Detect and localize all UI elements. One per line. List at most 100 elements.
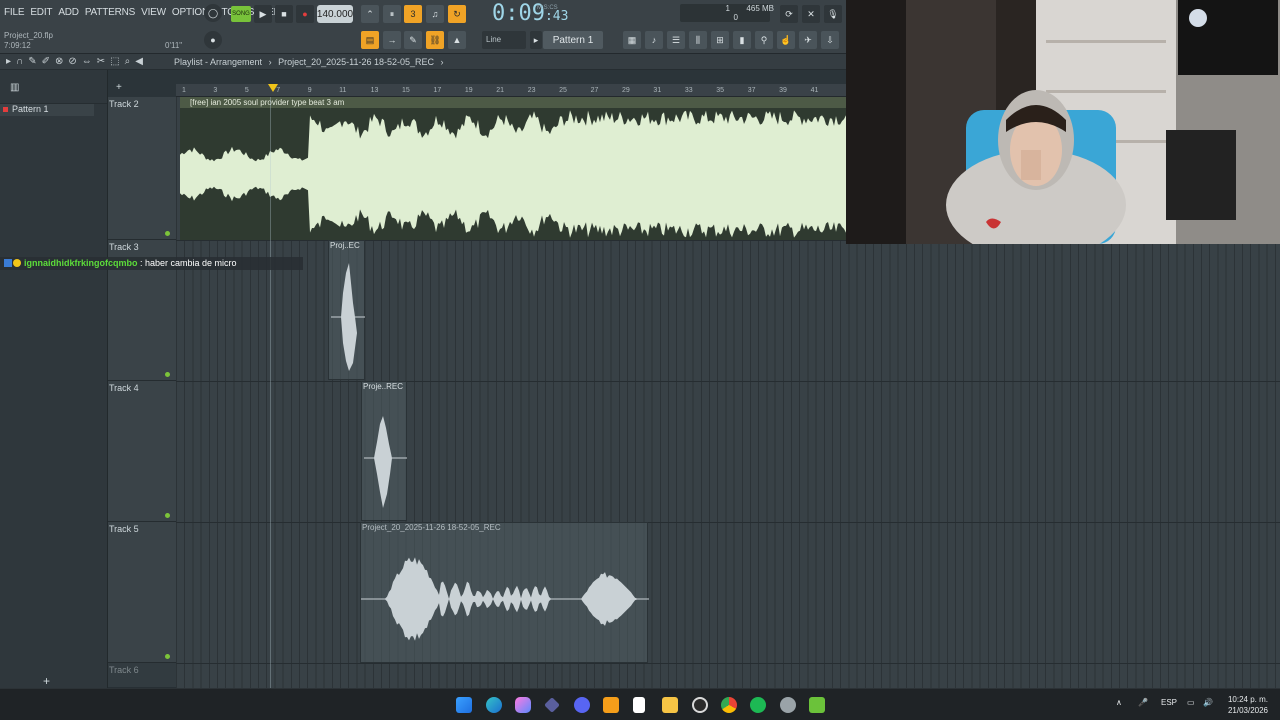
chat-badge-icon: [13, 259, 21, 267]
track-header-4[interactable]: Track 4: [108, 381, 176, 522]
channel-rack-icon[interactable]: ☰: [667, 31, 685, 49]
track-enable-icon[interactable]: [165, 372, 170, 377]
screen: { "menu": ["FILE", "EDIT", "ADD", "PATTE…: [0, 0, 1280, 720]
menu-patterns[interactable]: PATTERNS: [85, 7, 135, 18]
audio-clip-track5[interactable]: Project_20_2025-11-26 18-52-05_REC: [360, 522, 649, 663]
tray-volume-icon[interactable]: 🔊: [1203, 698, 1213, 707]
settings-icon[interactable]: [780, 697, 796, 713]
pattern-prev-icon[interactable]: ▸: [530, 31, 542, 49]
obs-icon[interactable]: [692, 697, 708, 713]
plugin-icon[interactable]: ▮: [733, 31, 751, 49]
playback-icon[interactable]: ◀: [135, 56, 143, 67]
track-header-6[interactable]: Track 6: [108, 663, 176, 688]
blend-notes-icon[interactable]: ♫: [426, 5, 444, 23]
loop-record-icon[interactable]: ↻: [448, 5, 466, 23]
mute-icon[interactable]: ⊘: [68, 56, 76, 67]
tray-language[interactable]: ESP: [1161, 698, 1177, 707]
browser-icon[interactable]: ⊞: [711, 31, 729, 49]
fl-studio-icon[interactable]: [603, 697, 619, 713]
ruler-tick: 7: [276, 87, 281, 94]
countdown-icon[interactable]: 3: [404, 5, 422, 23]
slip-icon[interactable]: ⇔: [82, 56, 92, 67]
reset-icon[interactable]: ⟳: [780, 5, 798, 23]
audio-clip-track4[interactable]: Proje..REC: [361, 381, 407, 521]
track-enable-icon[interactable]: [165, 654, 170, 659]
taskbar-clock[interactable]: 10:24 p. m. 21/03/2026: [1222, 694, 1268, 716]
discord-icon[interactable]: [574, 697, 590, 713]
chat-badge-icon: [4, 259, 12, 267]
record-icon[interactable]: ●: [296, 5, 314, 23]
folder-icon[interactable]: [662, 697, 678, 713]
snap-icon[interactable]: ▤: [361, 31, 379, 49]
edge-icon[interactable]: [486, 697, 502, 713]
delete-icon[interactable]: ⊗: [55, 56, 63, 67]
pencil-icon[interactable]: ✎: [28, 56, 36, 67]
link-icon[interactable]: ⛓: [426, 31, 444, 49]
picker-add-icon[interactable]: +: [116, 82, 122, 93]
menu-edit[interactable]: EDIT: [30, 7, 52, 18]
snap-select[interactable]: Line: [482, 31, 526, 49]
track-header-5[interactable]: Track 5: [108, 522, 176, 663]
game-icon[interactable]: [809, 697, 825, 713]
track-name: Track 3: [109, 242, 139, 252]
plug-icon[interactable]: ⚲: [755, 31, 773, 49]
stop-icon[interactable]: ■: [275, 5, 293, 23]
menu-add[interactable]: ADD: [58, 7, 79, 18]
ruler-tick: 15: [402, 87, 410, 94]
export-icon[interactable]: ⇩: [821, 31, 839, 49]
zoom-icon[interactable]: ⌕: [125, 56, 131, 67]
select-icon[interactable]: ⬚: [110, 56, 119, 67]
tray-chevron-icon[interactable]: ∧: [1116, 698, 1122, 707]
spotify-icon[interactable]: [750, 697, 766, 713]
master-pitch-knob-icon[interactable]: ●: [204, 31, 222, 49]
menu-file[interactable]: FILE: [4, 7, 25, 18]
play-icon[interactable]: ▶: [254, 5, 272, 23]
ruler-tick: 19: [464, 87, 473, 94]
timeline-ruler[interactable]: 1 3 5 7 9 11 13 15 17 19 21 23 25 27 29 31 33 35 37 39 41: [176, 84, 846, 97]
step-edit-icon[interactable]: →: [383, 31, 401, 49]
magnet-icon[interactable]: ∩: [16, 56, 23, 67]
master-volume-knob-icon[interactable]: ◯: [204, 4, 222, 22]
poly-value: 0: [733, 13, 738, 22]
stamp-icon[interactable]: ▲: [448, 31, 466, 49]
audio-clip-track3[interactable]: Proj..EC: [328, 240, 365, 380]
mixer-icon[interactable]: ⫼: [689, 31, 707, 49]
track-enable-icon[interactable]: [165, 231, 170, 236]
app-icon[interactable]: [544, 697, 560, 713]
menu-view[interactable]: VIEW: [141, 7, 166, 18]
piano-roll-icon[interactable]: ♪: [645, 31, 663, 49]
audio-clip-beat[interactable]: [free] ian 2005 soul provider type beat …: [180, 97, 846, 240]
track-name: Track 2: [109, 99, 139, 109]
tuner-icon[interactable]: ✕: [802, 5, 820, 23]
wait-icon[interactable]: ⏸: [383, 5, 401, 23]
ruler-tick: 37: [747, 87, 756, 94]
microphone-icon[interactable]: 🎙: [824, 5, 842, 23]
picker-mode-icon[interactable]: ▥: [10, 82, 19, 93]
chrome-icon[interactable]: [721, 697, 737, 713]
waveform-beat: [180, 110, 846, 238]
start-icon[interactable]: [456, 697, 472, 713]
document-icon[interactable]: [633, 697, 645, 713]
pattern-item[interactable]: Pattern 1: [0, 104, 94, 116]
menu-arrow-icon[interactable]: ▸: [6, 56, 11, 67]
metronome-icon[interactable]: ⌃: [361, 5, 379, 23]
song-mode-button[interactable]: SONG: [231, 6, 251, 22]
add-pattern-button[interactable]: +: [43, 674, 50, 688]
ruler-tick: 31: [653, 87, 662, 94]
ruler-tick: 21: [496, 87, 505, 94]
playlist-icon[interactable]: ▦: [623, 31, 641, 49]
pattern-selector[interactable]: Pattern 1: [543, 31, 603, 49]
track-enable-icon[interactable]: [165, 513, 170, 518]
slice-icon[interactable]: ✂: [97, 56, 105, 67]
hint-icon[interactable]: ✈: [799, 31, 817, 49]
chat-username: ignnaidhidkfrkingofcqmbo: [24, 258, 138, 268]
tempo-display[interactable]: 140.000: [317, 5, 353, 23]
webcam-overlay: [846, 0, 1280, 244]
touch-icon[interactable]: ☝: [777, 31, 795, 49]
tray-mic-icon[interactable]: 🎤: [1138, 698, 1148, 707]
paint-icon[interactable]: ✐: [42, 56, 50, 67]
copilot-icon[interactable]: [515, 697, 531, 713]
draw-icon[interactable]: ✎: [404, 31, 422, 49]
tray-network-icon[interactable]: ▭: [1187, 698, 1195, 707]
track-header-2[interactable]: Track 2: [108, 97, 176, 240]
